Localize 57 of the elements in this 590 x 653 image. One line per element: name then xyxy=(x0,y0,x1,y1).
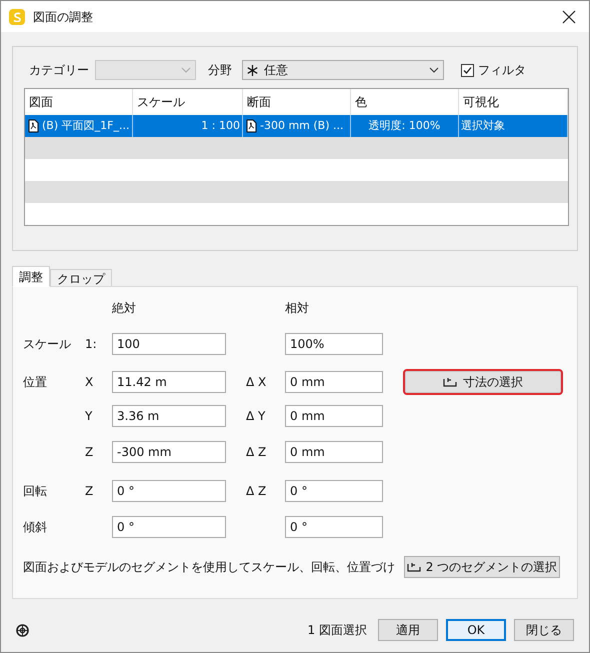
category-label: カテゴリー xyxy=(29,62,90,79)
select-segments-button[interactable]: 2 つのセグメントの選択 xyxy=(404,556,560,578)
input-field[interactable]: 0 ° xyxy=(285,480,383,502)
axis-label: Z xyxy=(85,483,94,500)
discipline-dropdown[interactable]: 任意 xyxy=(242,60,444,80)
description-text: 図面およびモデルのセグメントを使用してスケール、回転、位置づけ xyxy=(23,559,395,576)
input-field[interactable]: 0 ° xyxy=(112,516,226,538)
delta-label: Δ Z xyxy=(245,483,268,500)
input-field[interactable]: 0 mm xyxy=(285,405,383,427)
dialog-button[interactable]: OK xyxy=(446,619,506,641)
input-field[interactable]: 0 mm xyxy=(285,371,383,393)
axis-label: X xyxy=(85,374,94,391)
checkmark-icon xyxy=(463,66,472,74)
chevron-down-icon xyxy=(429,67,439,73)
delta-label: Δ Z xyxy=(245,444,268,461)
row-label: 回転 xyxy=(23,483,48,500)
dialog-button[interactable]: 閉じる xyxy=(514,619,574,641)
table-cell-text: 1 : 100 xyxy=(201,118,240,134)
delta-label: Δ X xyxy=(245,374,268,391)
input-field[interactable]: -300 mm xyxy=(112,441,226,463)
input-field[interactable]: 100% xyxy=(285,333,383,355)
discipline-label: 分野 xyxy=(208,62,233,79)
input-field[interactable]: 0 ° xyxy=(112,480,226,502)
table-cell-text: -300 mm (B) ... xyxy=(260,118,344,134)
tab[interactable]: クロップ xyxy=(50,269,112,287)
select-dimension-button[interactable]: 寸法の選択 xyxy=(403,369,563,395)
window-title: 図面の調整 xyxy=(33,8,94,26)
axis-label: 1: xyxy=(85,336,98,353)
input-field[interactable]: 0 mm xyxy=(285,441,383,463)
axis-label: Y xyxy=(85,408,94,425)
table-cell-text: 選択対象 xyxy=(461,118,505,134)
delta-label: Δ Y xyxy=(245,408,266,425)
dimension-icon xyxy=(443,376,457,388)
close-icon xyxy=(562,10,576,24)
input-field[interactable]: 11.42 m xyxy=(112,371,226,393)
column-heading: 絶対 xyxy=(112,300,137,317)
help-icon xyxy=(16,624,29,636)
row-label: スケール xyxy=(23,336,72,353)
table-cell-text: 透明度: 100% xyxy=(368,118,440,134)
axis-label: Z xyxy=(85,444,94,461)
tab[interactable]: 調整 xyxy=(12,266,50,287)
dimension-icon xyxy=(406,561,421,573)
dialog-button[interactable]: 適用 xyxy=(378,619,438,641)
input-field[interactable]: 100 xyxy=(112,333,226,355)
input-field[interactable]: 3.36 m xyxy=(112,405,226,427)
table-row[interactable]: (B) 平面図_1F_... 1 : 100 -300 mm (B) ... 透明度: 100% 選択対象 xyxy=(25,115,568,137)
column-heading: 相対 xyxy=(285,300,310,317)
selection-status: 1 図面選択 xyxy=(308,622,367,639)
checkbox-label: フィルタ xyxy=(478,62,526,79)
asterisk-icon xyxy=(247,64,258,76)
letter-s-icon xyxy=(13,12,21,22)
chevron-down-icon xyxy=(181,67,191,73)
row-label: 傾斜 xyxy=(23,519,48,536)
row-label: 位置 xyxy=(23,374,48,391)
table-cell-text: (B) 平面図_1F_... xyxy=(42,118,130,134)
input-field[interactable]: 0 ° xyxy=(285,516,383,538)
filter-checkbox[interactable] xyxy=(461,64,474,76)
